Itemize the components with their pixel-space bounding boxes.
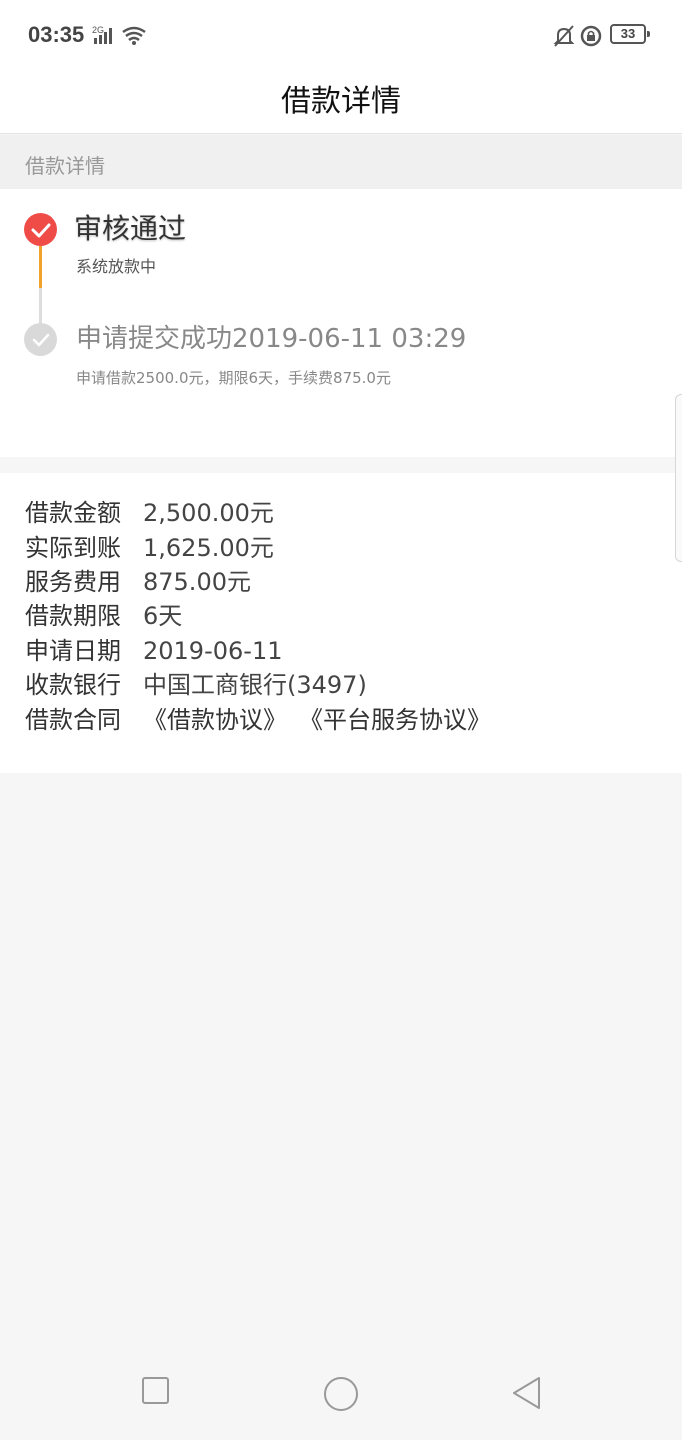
timeline-progress-line	[39, 246, 42, 288]
detail-row-term: 借款期限 6天	[25, 596, 182, 630]
status-time: 03:35	[28, 22, 85, 47]
status-bar: 03:35 2G 33	[0, 0, 682, 62]
timeline-step-title: 审核通过	[74, 212, 187, 245]
back-icon[interactable]	[511, 1376, 543, 1412]
screen: 03:35 2G 33 借款详情 借款详情 审核通过 系统放款中 申请提交成功2…	[0, 0, 682, 1440]
detail-label: 借款期限	[25, 602, 121, 630]
status-left-icons: 2G	[92, 24, 152, 46]
mute-bell-icon	[553, 25, 575, 47]
detail-value: 中国工商银行(3497)	[143, 671, 367, 699]
status-right-icons: 33	[552, 22, 652, 48]
battery-tip	[647, 31, 650, 37]
detail-label: 借款金额	[25, 499, 121, 527]
detail-row-bank: 收款银行 中国工商银行(3497)	[25, 665, 367, 699]
title-bar: 借款详情	[0, 62, 682, 134]
detail-label: 实际到账	[25, 534, 121, 562]
detail-label: 借款合同	[25, 706, 121, 734]
detail-label: 收款银行	[25, 671, 121, 699]
detail-value: 6天	[143, 602, 183, 630]
section-header-label: 借款详情	[25, 154, 105, 178]
signal-icon: 2G	[92, 25, 146, 45]
detail-value: 1,625.00元	[143, 534, 274, 562]
divider	[0, 457, 682, 473]
timeline-step-title: 申请提交成功2019-06-11 03:29	[76, 324, 467, 354]
detail-value: 875.00元	[143, 568, 251, 596]
status-check-icon-active	[24, 213, 57, 246]
detail-row-service-fee: 服务费用 875.00元	[25, 562, 251, 596]
timeline-step-subtitle: 申请借款2500.0元，期限6天，手续费875.0元	[76, 369, 391, 387]
detail-label: 服务费用	[25, 568, 121, 596]
side-panel-handle[interactable]	[675, 394, 682, 562]
detail-label: 申请日期	[25, 637, 121, 665]
timeline-step-subtitle: 系统放款中	[76, 257, 157, 276]
detail-value: 2,500.00元	[143, 499, 274, 527]
status-check-icon-done	[24, 323, 57, 356]
home-icon[interactable]	[323, 1376, 359, 1412]
timeline-line	[39, 288, 42, 323]
section-header: 借款详情	[0, 135, 682, 189]
page-title: 借款详情	[281, 84, 401, 119]
platform-service-agreement-link[interactable]: 《平台服务协议》	[299, 700, 491, 735]
rotation-lock-icon	[580, 25, 602, 47]
detail-value: 2019-06-11	[143, 637, 283, 665]
loan-agreement-link[interactable]: 《借款协议》	[143, 700, 287, 735]
detail-row-amount: 借款金额 2,500.00元	[25, 493, 274, 527]
detail-row-date: 申请日期 2019-06-11	[25, 631, 282, 665]
recent-apps-icon[interactable]	[141, 1376, 171, 1406]
detail-row-contract: 借款合同 《借款协议》 《平台服务协议》	[25, 700, 503, 734]
loan-status-timeline: 审核通过 系统放款中 申请提交成功2019-06-11 03:29 申请借款25…	[0, 189, 682, 457]
loan-details-card: 借款金额 2,500.00元 实际到账 1,625.00元 服务费用 875.00元 …	[0, 473, 682, 773]
battery-icon: 33	[610, 24, 646, 44]
network-label: 2G	[92, 25, 104, 35]
navigation-bar	[0, 1350, 682, 1440]
detail-row-received: 实际到账 1,625.00元	[25, 528, 274, 562]
